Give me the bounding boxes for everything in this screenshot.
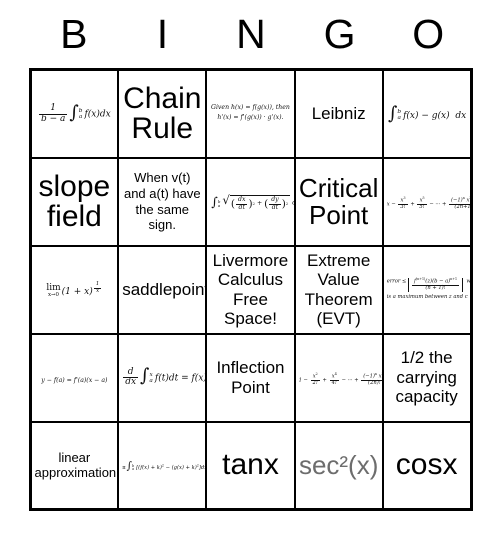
cosx-label: cosx (395, 448, 458, 482)
bingo-cell-g1[interactable]: Leibniz (293, 68, 384, 159)
bingo-cell-b2[interactable]: slope field (28, 156, 120, 247)
bingo-row: lim x→0 (1 + x) 1 x saddlepoint Livermore Ca… (28, 244, 473, 335)
bingo-cell-i1[interactable]: Chain Rule (117, 68, 208, 159)
speeding-up-condition-label: When v(t) and a(t) have the same sign. (123, 170, 201, 233)
area-between-curves-formula: ∫ b a f(x) − g(x) dx (388, 103, 467, 124)
bingo-cell-o3[interactable]: error ≤ f(n+1)(z)(b − a)n+1(n + 1)! wher… (381, 244, 473, 335)
bingo-cell-o2[interactable]: x − x33! + x55! − ··· + (−1)n x2n+1(2n+1… (381, 156, 473, 247)
header-letter-i: I (156, 10, 169, 57)
slope-field-label: slope field (38, 169, 111, 233)
washer-method-volume-formula: π ∫ b a [(f(x) + k)2 − (g(x) + k)2]dx (122, 460, 207, 473)
bingo-cell-n4[interactable]: Inflection Point (205, 332, 296, 423)
bingo-cell-g3[interactable]: Extreme Value Theorem (EVT) (293, 244, 384, 335)
cosine-maclaurin-series-formula: 1 − x22! + x44! − ··· + (−1)n x2n(2n)! +… (299, 368, 381, 386)
bingo-cell-b4[interactable]: y − f(a) = f'(a)(x − a) (28, 332, 120, 423)
bingo-cell-i5[interactable]: π ∫ b a [(f(x) + k)2 − (g(x) + k)2]dx (117, 420, 208, 511)
linear-approximation-label: linear approximation (34, 449, 117, 481)
bingo-cell-b5[interactable]: linear approximation (28, 420, 120, 511)
bingo-row: 1b − a ∫ b a f(x)dx Chain Rule Given h(x) = … (28, 68, 473, 159)
bingo-row: linear approximation π ∫ b a [(f(x) + k)2 − … (28, 420, 473, 511)
carrying-capacity-label: 1/2 the carrying capacity (395, 348, 458, 407)
header-letter-b: B (60, 10, 88, 57)
bingo-cell-o1[interactable]: ∫ b a f(x) − g(x) dx (381, 68, 473, 159)
sec-squared-x-label: sec²(x) (298, 449, 379, 480)
bingo-row: y − f(a) = f'(a)(x − a) d dx ∫ x a f(t)dt = f… (28, 332, 473, 423)
critical-point-label: Critical Point (298, 172, 379, 230)
parametric-arc-length-formula: ∫ba√(dxdt)2 + (dydt)2 dt (211, 193, 292, 211)
bingo-cell-g5[interactable]: sec²(x) (293, 420, 384, 511)
saddlepoint-label: saddlepoint (122, 279, 207, 299)
tanx-label: tanx (222, 448, 279, 482)
tangent-line-equation-formula: y − f(a) = f'(a)(x − a) (41, 376, 108, 384)
bingo-cell-g2[interactable]: Critical Point (293, 156, 384, 247)
bingo-grid: 1b − a ∫ b a f(x)dx Chain Rule Given h(x) = … (28, 68, 473, 511)
bingo-cell-b1[interactable]: 1b − a ∫ b a f(x)dx (28, 68, 120, 159)
bingo-cell-o5[interactable]: cosx (381, 420, 473, 511)
average-value-formula: 1b − a ∫ b a f(x)dx (38, 101, 111, 124)
extreme-value-theorem-label: Extreme Value Theorem (EVT) (304, 250, 373, 328)
bingo-cell-b3[interactable]: lim x→0 (1 + x) 1 x (28, 244, 120, 335)
header-letter-n: N (236, 10, 266, 57)
fundamental-theorem-calculus-formula: d dx ∫ x a f(t)dt = f(x) (123, 365, 207, 388)
bingo-cell-n3[interactable]: Livermore Calculus Free Space! (205, 244, 296, 335)
bingo-card: B I N G O 1b − a∫baf(x)dx Chain Rule (0, 0, 501, 544)
chain-rule-label: Chain Rule (123, 81, 202, 145)
bingo-cell-i2[interactable]: When v(t) and a(t) have the same sign. (117, 156, 208, 247)
free-space-label: Livermore Calculus Free Space! (212, 250, 289, 328)
chain-rule-formula: Given h(x) = f(g(x)), then h'(x) = f'(g(… (211, 104, 290, 122)
bingo-header: B I N G O (29, 0, 473, 68)
bingo-cell-o4[interactable]: 1/2 the carrying capacity (381, 332, 473, 423)
bingo-cell-i4[interactable]: d dx ∫ x a f(t)dt = f(x) (117, 332, 208, 423)
bingo-cell-n5[interactable]: tanx (205, 420, 296, 511)
bingo-row: slope field When v(t) and a(t) have the … (28, 156, 473, 247)
limit-definition-of-e-formula: lim x→0 (1 + x) 1 x (46, 280, 102, 298)
inflection-point-label: Inflection Point (216, 358, 285, 397)
bingo-cell-n2[interactable]: ∫ba√(dxdt)2 + (dydt)2 dt (205, 156, 296, 247)
bingo-cell-g4[interactable]: 1 − x22! + x44! − ··· + (−1)n x2n(2n)! +… (293, 332, 384, 423)
sine-maclaurin-series-formula: x − x33! + x55! − ··· + (−1)n x2n+1(2n+1… (387, 192, 469, 210)
leibniz-label: Leibniz (311, 104, 366, 124)
bingo-cell-n1[interactable]: Given h(x) = f(g(x)), then h'(x) = f'(g(… (205, 68, 296, 159)
header-letter-g: G (323, 10, 356, 57)
bingo-cell-i3[interactable]: saddlepoint (117, 244, 208, 335)
lagrange-error-bound-formula: error ≤ f(n+1)(z)(b − a)n+1(n + 1)! wher… (387, 278, 469, 300)
header-letter-o: O (412, 10, 445, 57)
